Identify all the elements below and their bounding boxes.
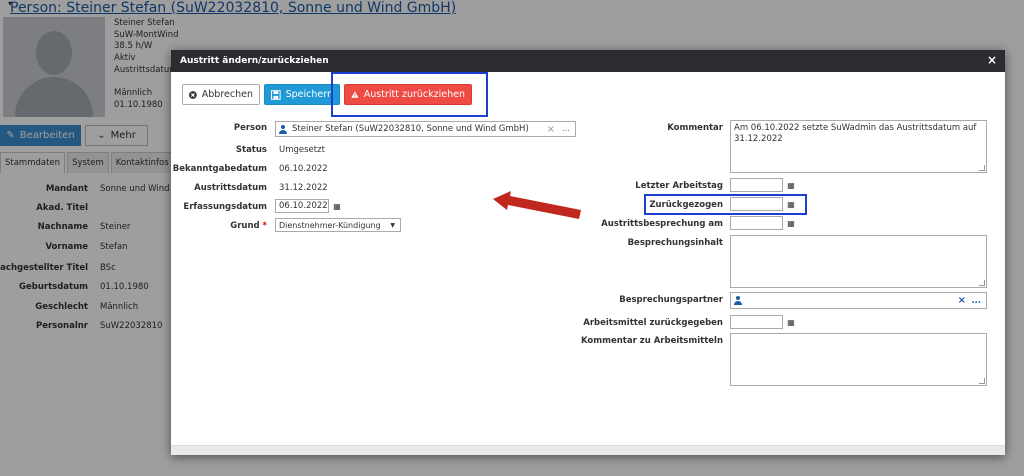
besprechung-label: Austrittsbesprechung am — [601, 219, 723, 229]
status-value: Umgesetzt — [279, 145, 325, 155]
highlight-box-withdraw — [331, 72, 488, 117]
save-button[interactable]: Speichern — [264, 84, 340, 105]
kommentar-arbeitsmittel-textarea[interactable] — [730, 333, 987, 386]
partner-field[interactable]: × ... — [730, 292, 987, 309]
person-icon — [734, 296, 742, 305]
arbeitsmittel-input[interactable] — [730, 315, 783, 329]
calendar-icon[interactable]: ▦ — [785, 315, 797, 329]
letzter-input[interactable] — [730, 178, 783, 192]
dialog-header: Austritt ändern/zurückziehen × — [171, 50, 1005, 72]
kommentar-label: Kommentar — [667, 123, 723, 133]
calendar-icon[interactable]: ▦ — [331, 199, 343, 213]
cancel-button[interactable]: Abbrechen — [182, 84, 260, 105]
caret-down-icon: ▼ — [390, 221, 395, 229]
austritt-value: 31.12.2022 — [279, 183, 328, 193]
letzter-label: Letzter Arbeitstag — [635, 181, 723, 191]
arbeitsmittel-label: Arbeitsmittel zurückgegeben — [583, 318, 723, 328]
partner-label: Besprechungspartner — [619, 295, 723, 305]
austritt-label: Austrittsdatum — [194, 183, 267, 193]
person-icon — [279, 124, 287, 134]
bekanntgabe-value: 06.10.2022 — [279, 164, 328, 174]
floppy-icon — [271, 89, 281, 100]
besprechung-input[interactable] — [730, 216, 783, 230]
grund-label: Grund * — [230, 221, 267, 231]
person-field[interactable]: Steiner Stefan (SuW22032810, Sonne und W… — [275, 121, 576, 137]
kommentar-textarea[interactable]: Am 06.10.2022 setzte SuWadmin das Austri… — [730, 120, 987, 173]
more-icon[interactable]: ... — [971, 296, 981, 306]
clear-icon[interactable]: × — [547, 124, 555, 135]
erfassung-input[interactable]: 06.10.2022 — [275, 199, 329, 213]
kommentar-arbeitsmittel-label: Kommentar zu Arbeitsmitteln — [581, 336, 723, 346]
cancel-icon — [189, 90, 197, 99]
grund-select[interactable]: Dienstnehmer-Kündigung ▼ — [275, 218, 401, 232]
close-icon[interactable]: × — [987, 53, 997, 67]
inhalt-label: Besprechungsinhalt — [627, 238, 723, 248]
bekanntgabe-label: Bekanntgabedatum — [172, 164, 267, 174]
status-label: Status — [235, 145, 267, 155]
dialog-title: Austritt ändern/zurückziehen — [180, 56, 329, 66]
highlight-box-zurueckgezogen — [644, 194, 807, 215]
inhalt-textarea[interactable] — [730, 235, 987, 288]
dialog-footer — [171, 445, 1005, 455]
erfassung-label: Erfassungsdatum — [183, 202, 267, 212]
clear-icon[interactable]: × — [958, 295, 966, 306]
austritt-dialog: Austritt ändern/zurückziehen × Abbrechen… — [171, 50, 1005, 455]
calendar-icon[interactable]: ▦ — [785, 178, 797, 192]
calendar-icon[interactable]: ▦ — [785, 216, 797, 230]
person-label: Person — [233, 123, 267, 133]
